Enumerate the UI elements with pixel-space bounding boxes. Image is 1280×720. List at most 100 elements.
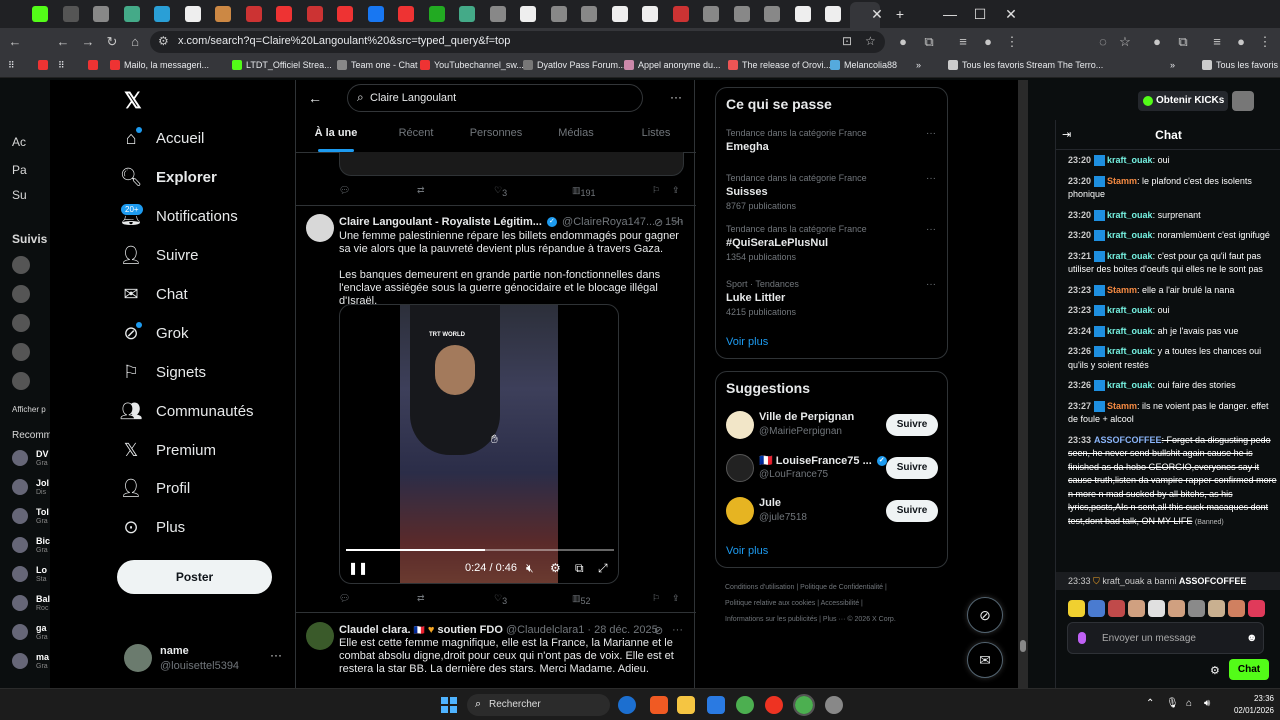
close-icon[interactable]: ✕ bbox=[996, 4, 1026, 24]
menu-icon[interactable]: ⋮ bbox=[1001, 32, 1023, 52]
tab-favicon-icon[interactable] bbox=[245, 6, 262, 22]
taskbar-clock[interactable]: 23:36 02/01/2026 bbox=[1222, 693, 1274, 717]
profile-avatar[interactable]: ● bbox=[977, 32, 999, 52]
media-icon[interactable]: ≡ bbox=[952, 32, 974, 52]
suggestion-handle[interactable]: @jule7518 bbox=[759, 512, 807, 523]
bookmark-item[interactable]: Dyatlov Pass Forum... bbox=[523, 60, 626, 70]
chat-username[interactable]: kraft_ouak bbox=[1107, 326, 1153, 336]
brave-icon[interactable] bbox=[650, 696, 668, 714]
taskbar-search[interactable]: ⌕ Rechercher bbox=[467, 694, 610, 716]
bookmark-item[interactable] bbox=[88, 60, 98, 70]
tab-favicon-icon[interactable] bbox=[215, 6, 231, 22]
chat-username[interactable]: kraft_ouak bbox=[1107, 210, 1153, 220]
like-icon[interactable]: ♡ 3 bbox=[494, 185, 507, 198]
footer-line[interactable]: Politique relative aux cookies | Accessi… bbox=[725, 596, 945, 612]
tab-close-icon[interactable]: ✕ bbox=[862, 4, 892, 24]
extensions-icon[interactable]: ⧉ bbox=[918, 32, 940, 52]
more-icon[interactable]: ··· bbox=[672, 216, 683, 228]
suggestion-name[interactable]: 🇫🇷 LouiseFrance75 ... ✓ bbox=[759, 454, 889, 467]
url-text[interactable]: x.com/search?q=Claire%20Langoulant%20&sr… bbox=[178, 35, 510, 47]
emote-icon[interactable] bbox=[1248, 600, 1265, 617]
app-icon[interactable] bbox=[825, 696, 843, 714]
x-logo-icon[interactable]: 𝕏 bbox=[124, 88, 142, 114]
avatar[interactable] bbox=[726, 411, 754, 439]
tab-lists[interactable]: Listes bbox=[616, 116, 696, 152]
chevron-right-icon[interactable]: » bbox=[916, 60, 921, 70]
media-icon[interactable]: ≡ bbox=[1206, 32, 1228, 52]
previous-tweet-media[interactable] bbox=[339, 152, 684, 176]
settings-gear-icon[interactable]: ⚙ bbox=[550, 561, 561, 575]
reply-icon[interactable]: 💬︎ bbox=[339, 593, 350, 604]
grok-fab-icon[interactable]: ⊘ bbox=[967, 597, 1003, 633]
tab-favicon-icon[interactable] bbox=[154, 6, 170, 22]
follow-button[interactable]: Suivre bbox=[886, 500, 938, 522]
site-info-icon[interactable]: ⚙ bbox=[158, 34, 169, 48]
tab-favicon-icon[interactable] bbox=[520, 6, 536, 22]
tab-favicon-icon[interactable] bbox=[794, 6, 811, 22]
file-explorer-icon[interactable] bbox=[677, 696, 695, 714]
bookmark-icon[interactable]: ⚐ bbox=[652, 185, 660, 196]
bookmark-item[interactable]: Team one - Chat bbox=[337, 60, 418, 70]
kick-recommended-name[interactable]: Lo bbox=[36, 565, 47, 575]
nav-home[interactable]: ⌂ Accueil bbox=[120, 123, 204, 153]
suggestion-handle[interactable]: @LouFrance75 bbox=[759, 469, 828, 480]
tweet-author-name[interactable]: Claudel clara. bbox=[339, 624, 411, 636]
trend-item[interactable]: Tendance dans la catégorie France Emegha… bbox=[726, 128, 936, 153]
avatar[interactable] bbox=[12, 537, 28, 553]
bookmark-folder[interactable]: Tous les favoris bbox=[948, 60, 1024, 70]
video-progress-bar[interactable] bbox=[346, 549, 614, 551]
retweet-icon[interactable]: ⇄ bbox=[417, 185, 425, 196]
emote-icon[interactable] bbox=[1068, 600, 1085, 617]
tab-favicon-icon[interactable] bbox=[123, 6, 140, 22]
emote-icon[interactable] bbox=[1228, 600, 1245, 617]
tab-favicon-icon[interactable] bbox=[93, 6, 109, 22]
avatar[interactable] bbox=[726, 454, 754, 482]
chat-username[interactable]: kraft_ouak bbox=[1107, 346, 1153, 356]
tab-favicon-icon[interactable] bbox=[276, 6, 292, 22]
emote-icon[interactable] bbox=[1208, 600, 1225, 617]
bookmark-item[interactable]: Stream The Terro... bbox=[1026, 60, 1103, 70]
edge-icon[interactable] bbox=[618, 696, 636, 714]
bookmark-item[interactable]: Appel anonyme du... bbox=[624, 60, 721, 70]
tab-favicon-icon[interactable] bbox=[672, 6, 689, 22]
kick-recommended-name[interactable]: Jol bbox=[36, 478, 49, 488]
tab-favicon-icon[interactable] bbox=[825, 6, 841, 22]
menu-icon[interactable]: ⋮ bbox=[1254, 32, 1276, 52]
kick-followed-avatar[interactable] bbox=[12, 372, 30, 390]
reload-icon[interactable]: ↻ bbox=[101, 32, 123, 52]
extension-icon[interactable]: ● bbox=[1146, 32, 1168, 52]
tab-favicon-icon[interactable] bbox=[32, 6, 48, 22]
bookmark-folder[interactable]: Tous les favoris bbox=[1202, 60, 1278, 70]
nav-profile[interactable]: 👤︎ Profil bbox=[120, 473, 191, 503]
bookmark-item[interactable]: Mailo, la messageri... bbox=[110, 60, 209, 70]
pip-icon[interactable]: ⧉ bbox=[575, 561, 584, 576]
kick-recommended-name[interactable]: Bic bbox=[36, 536, 50, 546]
get-kicks-button[interactable]: Obtenir KICKs bbox=[1138, 91, 1228, 111]
suggestion-item[interactable]: Jule @jule7518 Suivre bbox=[726, 493, 941, 529]
send-chat-button[interactable]: Chat bbox=[1229, 659, 1269, 680]
tab-favicon-icon[interactable] bbox=[337, 6, 353, 22]
messages-fab-icon[interactable]: ✉ bbox=[967, 642, 1003, 678]
chat-username[interactable]: Stamm bbox=[1107, 401, 1137, 411]
tweet-author-handle[interactable]: @Claudelclara1 · 28 déc. 2025 bbox=[506, 624, 658, 636]
more-icon[interactable]: ··· bbox=[670, 90, 682, 104]
bookmark-item[interactable]: Melancolia88 bbox=[830, 60, 897, 70]
kick-followed-avatar[interactable] bbox=[12, 285, 30, 303]
kick-recommended-name[interactable]: DV bbox=[36, 449, 49, 459]
nav-premium[interactable]: 𝕏 Premium bbox=[120, 435, 216, 465]
tab-top[interactable]: À la une bbox=[296, 116, 376, 152]
retweet-icon[interactable]: ⇄ bbox=[417, 593, 425, 604]
nav-communities[interactable]: 👥︎ Communautés bbox=[120, 396, 254, 426]
chat-username[interactable]: kraft_ouak bbox=[1107, 380, 1153, 390]
kick-recommended-name[interactable]: ma bbox=[36, 652, 49, 662]
nav-explore[interactable]: 🔍︎ Explorer bbox=[120, 162, 217, 192]
tweet-author-handle[interactable]: @ClaireRoya147... bbox=[562, 216, 655, 228]
avatar[interactable] bbox=[12, 508, 28, 524]
volume-icon[interactable]: 🔊︎ bbox=[1204, 698, 1210, 709]
chat-message-input[interactable]: Envoyer un message ☻ bbox=[1067, 622, 1264, 654]
video-player[interactable]: TRT WORLD ✋︎ ❚❚ 0:24 / 0:46 🔇︎ ⚙ ⧉ ⤢ bbox=[339, 304, 619, 584]
mute-icon[interactable]: 🔇︎ bbox=[526, 561, 534, 576]
back-left-window-icon[interactable]: ← bbox=[4, 32, 26, 52]
avatar[interactable] bbox=[306, 214, 334, 242]
apps-icon[interactable]: ⠿ bbox=[58, 60, 65, 71]
